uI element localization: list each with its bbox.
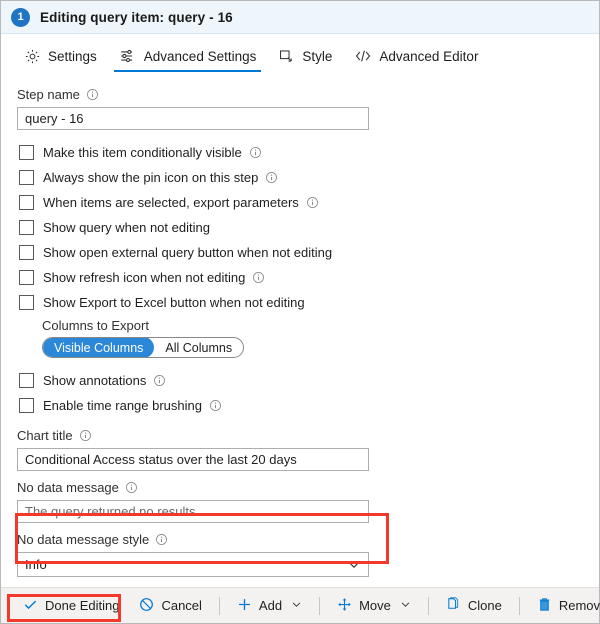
checkbox-label: Show refresh icon when not editing xyxy=(43,270,246,285)
no-data-message-style-value: Info xyxy=(25,557,47,572)
checkbox-label: Show open external query button when not… xyxy=(43,245,333,260)
no-data-message-label: No data message xyxy=(17,480,119,495)
tab-bar: Settings Advanced Settings Style Advance… xyxy=(1,36,599,76)
clone-button[interactable]: Clone xyxy=(436,592,512,620)
info-icon[interactable] xyxy=(153,374,166,387)
no-data-message-style-select[interactable]: Info xyxy=(17,552,369,577)
tab-advanced-editor-label: Advanced Editor xyxy=(379,48,479,64)
toolbar-separator xyxy=(218,596,220,615)
add-button[interactable]: Add xyxy=(227,592,312,620)
checkbox-box[interactable] xyxy=(19,245,34,260)
checkmark-icon xyxy=(23,597,38,615)
columns-to-export-label: Columns to Export xyxy=(42,317,149,333)
tab-settings-label: Settings xyxy=(48,48,97,64)
toolbar-separator xyxy=(518,596,520,615)
checkbox-show-refresh-icon[interactable]: Show refresh icon when not editing xyxy=(19,265,599,290)
sliders-icon xyxy=(119,47,137,65)
step-name-label: Step name xyxy=(17,87,80,102)
chevron-down-icon[interactable] xyxy=(400,598,411,613)
toolbar-separator xyxy=(427,596,429,615)
checkbox-box[interactable] xyxy=(19,170,34,185)
panel-header: 1 Editing query item: query - 16 xyxy=(1,1,599,34)
checkbox-always-show-pin-icon[interactable]: Always show the pin icon on this step xyxy=(19,165,599,190)
style-icon xyxy=(278,48,295,65)
plus-icon xyxy=(237,597,252,615)
tab-advanced-settings-label: Advanced Settings xyxy=(143,48,257,64)
info-icon[interactable] xyxy=(209,399,222,412)
checkbox-box[interactable] xyxy=(19,295,34,310)
code-icon xyxy=(354,47,372,65)
toolbar-separator xyxy=(319,596,321,615)
checkbox-box[interactable] xyxy=(19,220,34,235)
checkbox-label: Always show the pin icon on this step xyxy=(43,170,259,185)
panel-footer-toolbar: Done Editing Cancel Add Move Clone Remov xyxy=(1,587,600,623)
no-data-message-style-label: No data message style xyxy=(17,532,150,547)
chart-title-label-row: Chart title xyxy=(17,427,599,444)
info-icon[interactable] xyxy=(252,271,265,284)
step-number-badge: 1 xyxy=(11,7,30,27)
info-icon[interactable] xyxy=(125,481,138,494)
tab-advanced-settings[interactable]: Advanced Settings xyxy=(108,36,268,76)
info-icon[interactable] xyxy=(249,146,262,159)
clone-icon xyxy=(446,596,461,615)
move-button[interactable]: Move xyxy=(327,592,421,620)
checkbox-show-open-external-query-button[interactable]: Show open external query button when not… xyxy=(19,240,599,265)
checkbox-label: Enable time range brushing xyxy=(43,398,202,413)
checkbox-label: Show query when not editing xyxy=(43,220,210,235)
info-icon[interactable] xyxy=(155,533,168,546)
info-icon[interactable] xyxy=(79,429,92,442)
edit-query-item-panel: 1 Editing query item: query - 16 Setting… xyxy=(0,0,600,624)
remove-button[interactable]: Remove xyxy=(527,592,600,620)
info-icon[interactable] xyxy=(86,88,99,101)
cancel-label: Cancel xyxy=(161,598,202,613)
trash-icon xyxy=(537,597,552,615)
step-name-input[interactable] xyxy=(17,107,369,130)
checkbox-make-conditionally-visible[interactable]: Make this item conditionally visible xyxy=(19,140,599,165)
gear-icon xyxy=(24,48,41,65)
page-title: Editing query item: query - 16 xyxy=(40,9,233,25)
checkbox-show-query-when-not-editing[interactable]: Show query when not editing xyxy=(19,215,599,240)
chart-title-input[interactable] xyxy=(17,448,369,471)
checkbox-box[interactable] xyxy=(19,270,34,285)
no-data-message-label-row: No data message xyxy=(17,479,599,496)
cancel-button[interactable]: Cancel xyxy=(129,592,211,620)
checkbox-show-annotations[interactable]: Show annotations xyxy=(19,368,599,393)
step-name-label-row: Step name xyxy=(17,86,599,103)
move-label: Move xyxy=(359,598,391,613)
checkbox-show-export-to-excel-button[interactable]: Show Export to Excel button when not edi… xyxy=(19,290,599,315)
checkbox-box[interactable] xyxy=(19,398,34,413)
checkbox-label: Show Export to Excel button when not edi… xyxy=(43,295,305,310)
move-icon xyxy=(337,597,352,615)
info-icon[interactable] xyxy=(265,171,278,184)
pill-all-columns[interactable]: All Columns xyxy=(154,338,243,357)
checkbox-box[interactable] xyxy=(19,373,34,388)
checkbox-label: When items are selected, export paramete… xyxy=(43,195,299,210)
checkbox-label: Show annotations xyxy=(43,373,147,388)
tab-style-label: Style xyxy=(302,48,333,64)
chart-title-label: Chart title xyxy=(17,428,73,443)
no-data-message-input[interactable] xyxy=(17,500,369,523)
chevron-down-icon[interactable] xyxy=(291,598,302,613)
checkbox-box[interactable] xyxy=(19,195,34,210)
info-icon[interactable] xyxy=(306,196,319,209)
tab-advanced-editor[interactable]: Advanced Editor xyxy=(343,36,489,76)
checkbox-label: Make this item conditionally visible xyxy=(43,145,242,160)
columns-to-export-toggle[interactable]: Visible Columns All Columns xyxy=(42,337,245,358)
cancel-icon xyxy=(139,597,154,615)
clone-label: Clone xyxy=(467,598,502,613)
no-data-message-style-label-row: No data message style xyxy=(17,531,599,548)
pill-visible-columns[interactable]: Visible Columns xyxy=(43,338,155,357)
remove-label: Remove xyxy=(558,598,600,613)
checkbox-box[interactable] xyxy=(19,145,34,160)
add-label: Add xyxy=(258,598,283,613)
tab-style[interactable]: Style xyxy=(267,36,343,76)
done-editing-button[interactable]: Done Editing xyxy=(13,592,129,620)
checkbox-export-parameters[interactable]: When items are selected, export paramete… xyxy=(19,190,599,215)
advanced-settings-form: Step name Make this item conditionally v… xyxy=(1,76,599,587)
checkbox-enable-time-range-brushing[interactable]: Enable time range brushing xyxy=(19,393,599,418)
done-editing-label: Done Editing xyxy=(45,598,120,613)
no-data-message-style-select-wrap: Info xyxy=(17,552,369,577)
tab-settings[interactable]: Settings xyxy=(13,36,108,76)
